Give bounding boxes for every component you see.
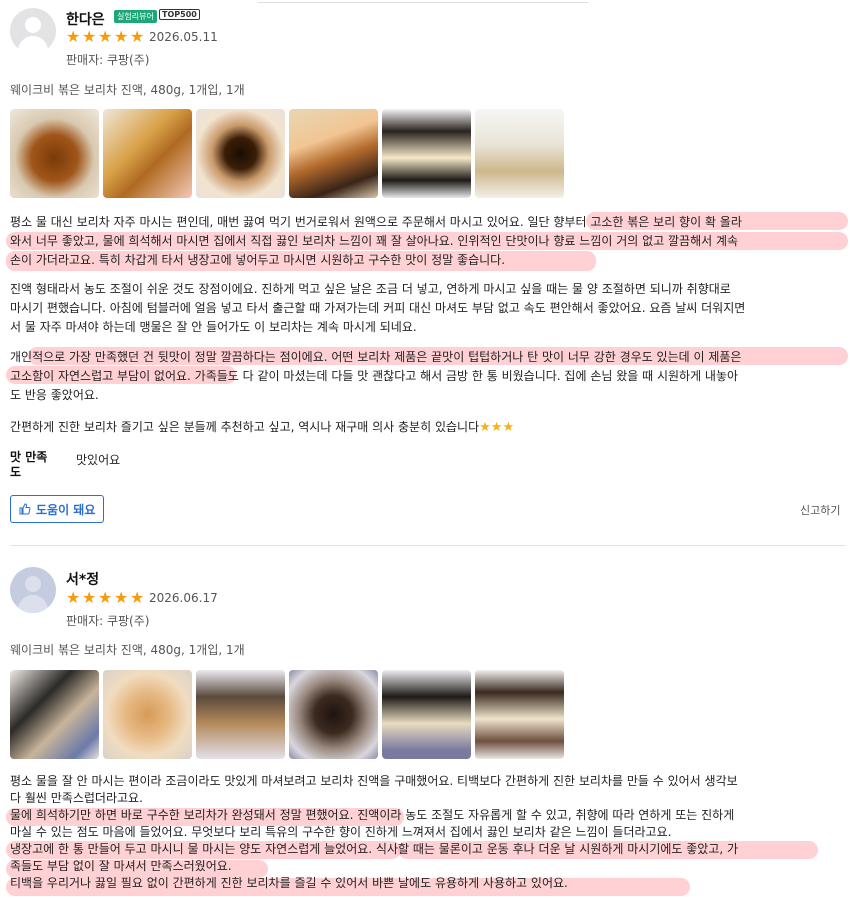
star-icon: ★ [98, 588, 113, 607]
review-date: 2026.05.11 [149, 30, 218, 44]
review-body: 평소 물 대신 보리차 자주 마시는 편인데, 매번 끓여 먹기 번거로워서 원… [10, 215, 742, 267]
review-photo[interactable] [289, 670, 378, 759]
star-icon: ★ [130, 27, 145, 46]
review-list: 한다은 실험리뷰어 TOP500 ★ ★ ★ ★ ★ 2026.05.11 판매자: 쿠… [0, 0, 854, 898]
review-body: 평소 물을 잘 안 마시는 편이라 조금이라도 맛있게 마셔보려고 보리차 진액… [10, 774, 739, 890]
review-body: 진액 형태라서 농도 조절이 쉬운 것도 장점이에요. 진하게 먹고 싶은 날은… [10, 282, 746, 334]
seller-info: 판매자: 쿠팡(주) [66, 53, 150, 67]
star-icon: ★ [82, 588, 97, 607]
star-icon: ★ [66, 27, 81, 46]
seller-info: 판매자: 쿠팡(주) [66, 614, 150, 628]
review-body: 개인적으로 가장 만족했던 건 뒷맛이 정말 깔끔하다는 점이에요. 어떤 보리… [10, 350, 742, 402]
review-photo[interactable] [10, 109, 99, 198]
satisfaction-label: 맛 만족도 [10, 450, 48, 479]
reviewer-name[interactable]: 서*정 [66, 569, 99, 589]
review-photo[interactable] [382, 109, 471, 198]
review-photo[interactable] [103, 670, 192, 759]
avatar [10, 8, 56, 54]
top-divider [258, 0, 588, 3]
top-reviewer-badge: TOP500 [159, 9, 200, 20]
product-option: 웨이크비 볶은 보리차 진액, 480g, 1개입, 1개 [10, 643, 245, 657]
review-photos [10, 109, 564, 198]
star-emoji-icon: ★ [490, 420, 503, 435]
star-emoji-icon: ★ [479, 420, 491, 435]
review-photo[interactable] [475, 670, 564, 759]
avatar [10, 567, 56, 613]
star-emoji-icon: ★ [502, 420, 515, 435]
star-icon: ★ [130, 588, 145, 607]
review-photo[interactable] [10, 670, 99, 759]
satisfaction-value: 맛있어요 [76, 453, 121, 467]
reviewer-badge: 실험리뷰어 [114, 10, 157, 23]
star-icon: ★ [66, 588, 81, 607]
review-date: 2026.06.17 [149, 591, 218, 605]
review-body: 간편하게 진한 보리차 즐기고 싶은 분들께 추천하고 싶고, 역시나 재구매 … [10, 420, 515, 435]
thumbs-up-icon [19, 503, 31, 515]
review-photo[interactable] [475, 109, 564, 198]
review-photos [10, 670, 564, 759]
star-icon: ★ [114, 27, 129, 46]
review-photo[interactable] [196, 109, 285, 198]
review-divider [10, 545, 846, 546]
review-photo[interactable] [382, 670, 471, 759]
review-photo[interactable] [103, 109, 192, 198]
star-icon: ★ [82, 27, 97, 46]
rating-stars: ★ ★ ★ ★ ★ [66, 590, 146, 606]
helpful-button[interactable]: 도움이 돼요 [10, 495, 105, 523]
star-icon: ★ [114, 588, 129, 607]
star-icon: ★ [98, 27, 113, 46]
reviewer-name[interactable]: 한다은 [66, 9, 105, 29]
report-link[interactable]: 신고하기 [800, 502, 840, 518]
product-option: 웨이크비 볶은 보리차 진액, 480g, 1개입, 1개 [10, 83, 245, 97]
review-photo[interactable] [289, 109, 378, 198]
rating-stars: ★ ★ ★ ★ ★ [66, 29, 146, 45]
review-photo[interactable] [196, 670, 285, 759]
